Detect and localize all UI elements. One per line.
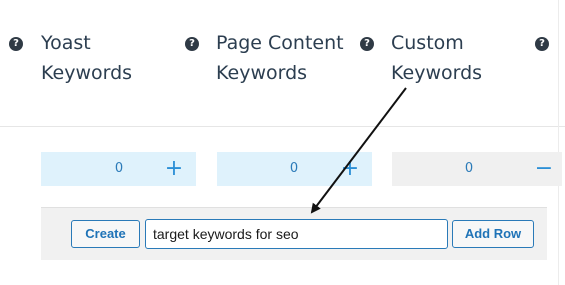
annotation-arrow — [310, 87, 407, 214]
arrow-line — [310, 87, 407, 214]
